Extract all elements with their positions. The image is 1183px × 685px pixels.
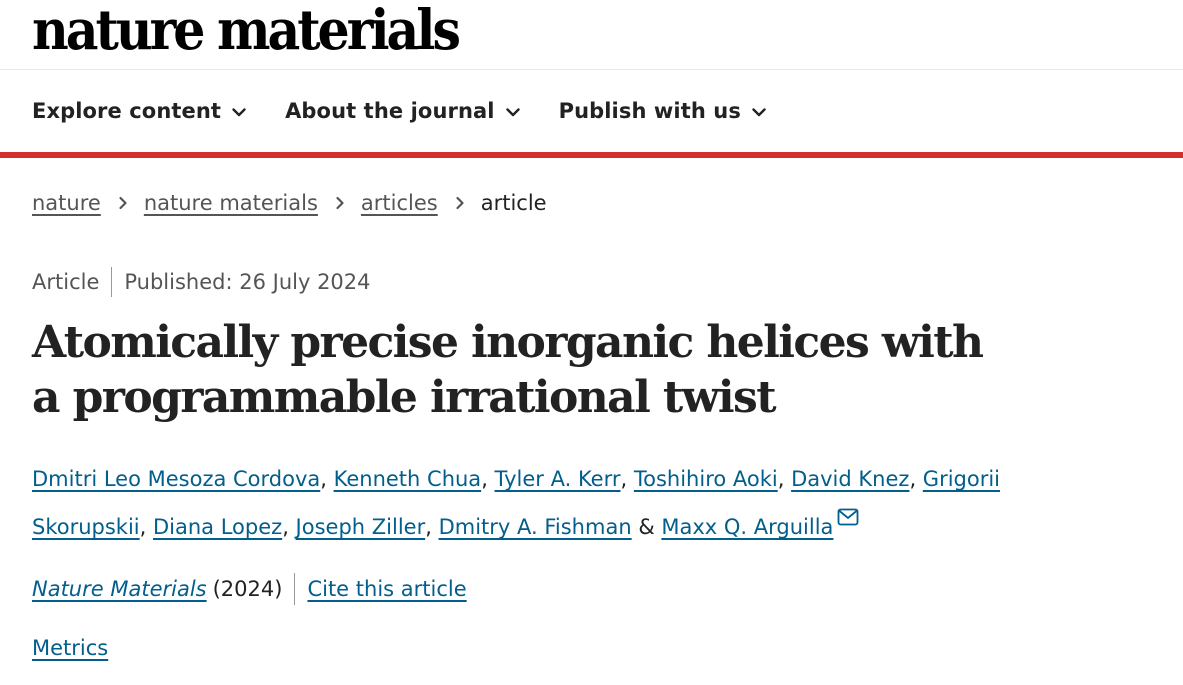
accent-divider bbox=[0, 152, 1183, 158]
article-title: Atomically precise inorganic helices wit… bbox=[32, 317, 984, 423]
article-meta: Article Published: 26 July 2024 bbox=[0, 267, 1183, 297]
citation-line: Nature Materials (2024) Cite this articl… bbox=[0, 573, 1183, 605]
author-link[interactable]: David Knez bbox=[791, 467, 909, 491]
author-link[interactable]: Toshihiro Aoki bbox=[634, 467, 778, 491]
chevron-down-icon bbox=[752, 108, 766, 117]
author-separator: , bbox=[320, 467, 334, 491]
nav-publish-with-us[interactable]: Publish with us bbox=[559, 99, 767, 123]
breadcrumb-current: article bbox=[480, 191, 547, 215]
author-link[interactable]: Dmitry A. Fishman bbox=[439, 515, 632, 539]
publish-date: Published: 26 July 2024 bbox=[124, 270, 371, 294]
author-link[interactable]: Kenneth Chua bbox=[334, 467, 482, 491]
cite-this-article-link[interactable]: Cite this article bbox=[307, 577, 466, 601]
metrics-link[interactable]: Metrics bbox=[32, 636, 108, 660]
chevron-right-icon bbox=[336, 196, 344, 210]
chevron-right-icon bbox=[119, 196, 127, 210]
citation-divider bbox=[294, 573, 296, 605]
meta-divider bbox=[111, 267, 113, 297]
chevron-right-icon bbox=[456, 196, 464, 210]
journal-link[interactable]: Nature Materials bbox=[32, 577, 207, 601]
author-separator: , bbox=[777, 467, 792, 491]
author-separator: , bbox=[481, 467, 495, 491]
author-link[interactable]: Tyler A. Kerr bbox=[495, 467, 621, 491]
article-type: Article bbox=[32, 270, 100, 294]
publication-year: (2024) bbox=[212, 577, 283, 601]
nav-label: About the journal bbox=[285, 99, 495, 123]
author-link[interactable]: Diana Lopez bbox=[153, 515, 282, 539]
article-page: nature materials Explore content About t… bbox=[0, 0, 1183, 685]
chevron-down-icon bbox=[232, 108, 246, 117]
author-separator: , bbox=[909, 467, 923, 491]
author-separator: & bbox=[631, 515, 662, 539]
author-separator: , bbox=[139, 515, 153, 539]
author-separator: , bbox=[282, 515, 296, 539]
breadcrumb-nature[interactable]: nature bbox=[32, 191, 101, 215]
breadcrumb: nature nature materials articles article bbox=[0, 191, 1183, 215]
author-separator: , bbox=[425, 515, 439, 539]
author-link[interactable]: Dmitri Leo Mesoza Cordova bbox=[32, 467, 320, 491]
nav-explore-content[interactable]: Explore content bbox=[32, 99, 247, 123]
nav-about-the-journal[interactable]: About the journal bbox=[285, 99, 521, 123]
envelope-icon[interactable] bbox=[837, 508, 859, 526]
main-nav: Explore content About the journal Publis… bbox=[0, 70, 1183, 152]
breadcrumb-nature-materials[interactable]: nature materials bbox=[144, 191, 318, 215]
journal-logo[interactable]: nature materials bbox=[32, 2, 461, 57]
metrics-section: Metrics bbox=[0, 636, 1183, 660]
author-link[interactable]: Joseph Ziller bbox=[296, 515, 426, 539]
author-list: Dmitri Leo Mesoza Cordova, Kenneth Chua,… bbox=[0, 455, 1140, 551]
nav-label: Explore content bbox=[32, 99, 222, 123]
author-separator: , bbox=[620, 467, 634, 491]
chevron-down-icon bbox=[505, 108, 520, 117]
brand-header: nature materials bbox=[0, 0, 1183, 70]
breadcrumb-articles[interactable]: articles bbox=[361, 191, 438, 215]
author-link[interactable]: Maxx Q. Arguilla bbox=[661, 515, 833, 539]
nav-label: Publish with us bbox=[558, 99, 741, 123]
